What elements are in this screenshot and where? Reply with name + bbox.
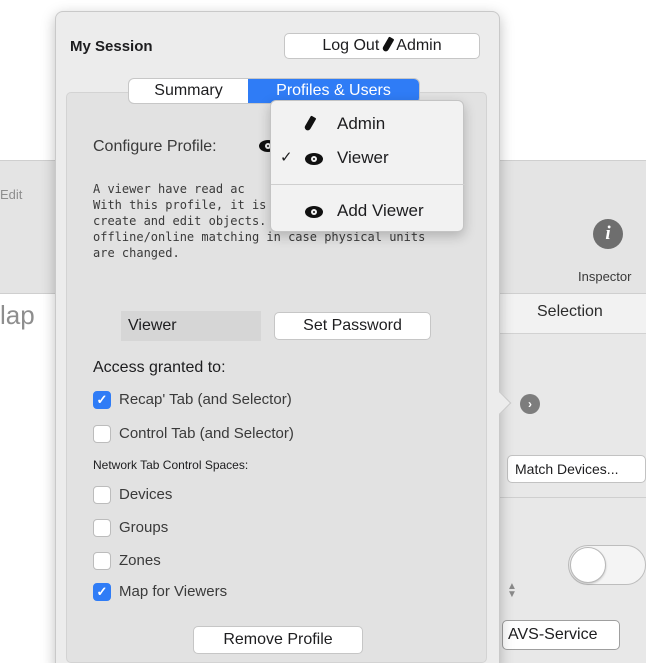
match-devices-button[interactable]: Match Devices... xyxy=(507,455,646,483)
checkbox-checked[interactable]: ✓ xyxy=(93,391,111,409)
current-user-label: Admin xyxy=(396,37,442,54)
info-icon[interactable]: i xyxy=(593,219,623,249)
logout-label: Log Out xyxy=(322,37,380,54)
access-granted-heading: Access granted to: xyxy=(93,359,226,376)
checkbox-label: Zones xyxy=(119,552,161,569)
arrow-right-icon[interactable]: › xyxy=(520,394,540,414)
pencil-icon xyxy=(303,111,318,137)
session-title: My Session xyxy=(70,38,153,55)
toggle-knob[interactable] xyxy=(570,547,606,583)
checkbox-label: Groups xyxy=(119,519,169,536)
background-map-title: lap xyxy=(0,300,35,330)
profile-name-field[interactable]: Viewer xyxy=(121,311,261,341)
checkbox-label: Map for Viewers xyxy=(119,583,228,600)
menu-item-label: Add Viewer xyxy=(337,201,424,220)
menu-item-add-viewer[interactable]: Add Viewer xyxy=(271,198,465,224)
menu-item-viewer[interactable]: ✓ Viewer xyxy=(271,145,465,171)
menu-item-admin[interactable]: Admin xyxy=(271,111,465,137)
checkbox-checked[interactable]: ✓ xyxy=(93,583,111,601)
checkbox-unchecked[interactable] xyxy=(93,425,111,443)
selection-label: Selection xyxy=(537,303,603,320)
map-for-viewers-checkbox-row[interactable]: ✓ Map for Viewers xyxy=(93,582,227,602)
devices-checkbox-row[interactable]: Devices xyxy=(93,485,172,505)
set-password-button[interactable]: Set Password xyxy=(274,312,431,340)
checkbox-label: Control Tab (and Selector) xyxy=(119,425,294,442)
recap-tab-checkbox-row[interactable]: ✓ Recap' Tab (and Selector) xyxy=(93,390,292,410)
stepper-icon[interactable]: ▲ ▼ xyxy=(507,582,517,600)
checkbox-unchecked[interactable] xyxy=(93,486,111,504)
zones-checkbox-row[interactable]: Zones xyxy=(93,551,161,571)
pencil-icon xyxy=(381,36,395,53)
background-edit-label[interactable]: Edit xyxy=(0,187,22,202)
groups-checkbox-row[interactable]: Groups xyxy=(93,518,168,538)
network-spaces-heading: Network Tab Control Spaces: xyxy=(93,458,249,472)
checkbox-label: Recap' Tab (and Selector) xyxy=(119,391,292,408)
configure-profile-label: Configure Profile: xyxy=(93,138,217,155)
eye-icon xyxy=(305,198,323,224)
remove-profile-button[interactable]: Remove Profile xyxy=(193,626,363,654)
checkbox-unchecked[interactable] xyxy=(93,519,111,537)
checkbox-label: Devices xyxy=(119,486,173,503)
tab-summary[interactable]: Summary xyxy=(129,79,248,103)
selection-panel xyxy=(498,334,646,663)
avs-service-button[interactable]: AVS-Service xyxy=(502,620,620,650)
menu-item-label: Viewer xyxy=(337,148,389,167)
eye-icon xyxy=(305,145,323,171)
checkbox-unchecked[interactable] xyxy=(93,552,111,570)
panel-divider xyxy=(498,497,646,498)
logout-button[interactable]: Log Out Admin xyxy=(284,33,480,59)
menu-separator xyxy=(271,184,465,185)
menu-item-label: Admin xyxy=(337,114,386,133)
checkmark-icon: ✓ xyxy=(280,149,293,166)
control-tab-checkbox-row[interactable]: Control Tab (and Selector) xyxy=(93,424,294,444)
inspector-label[interactable]: Inspector xyxy=(578,269,631,284)
description-line: are changed. xyxy=(93,246,180,260)
profile-menu: Admin ✓ Viewer Add Viewer xyxy=(270,100,465,232)
